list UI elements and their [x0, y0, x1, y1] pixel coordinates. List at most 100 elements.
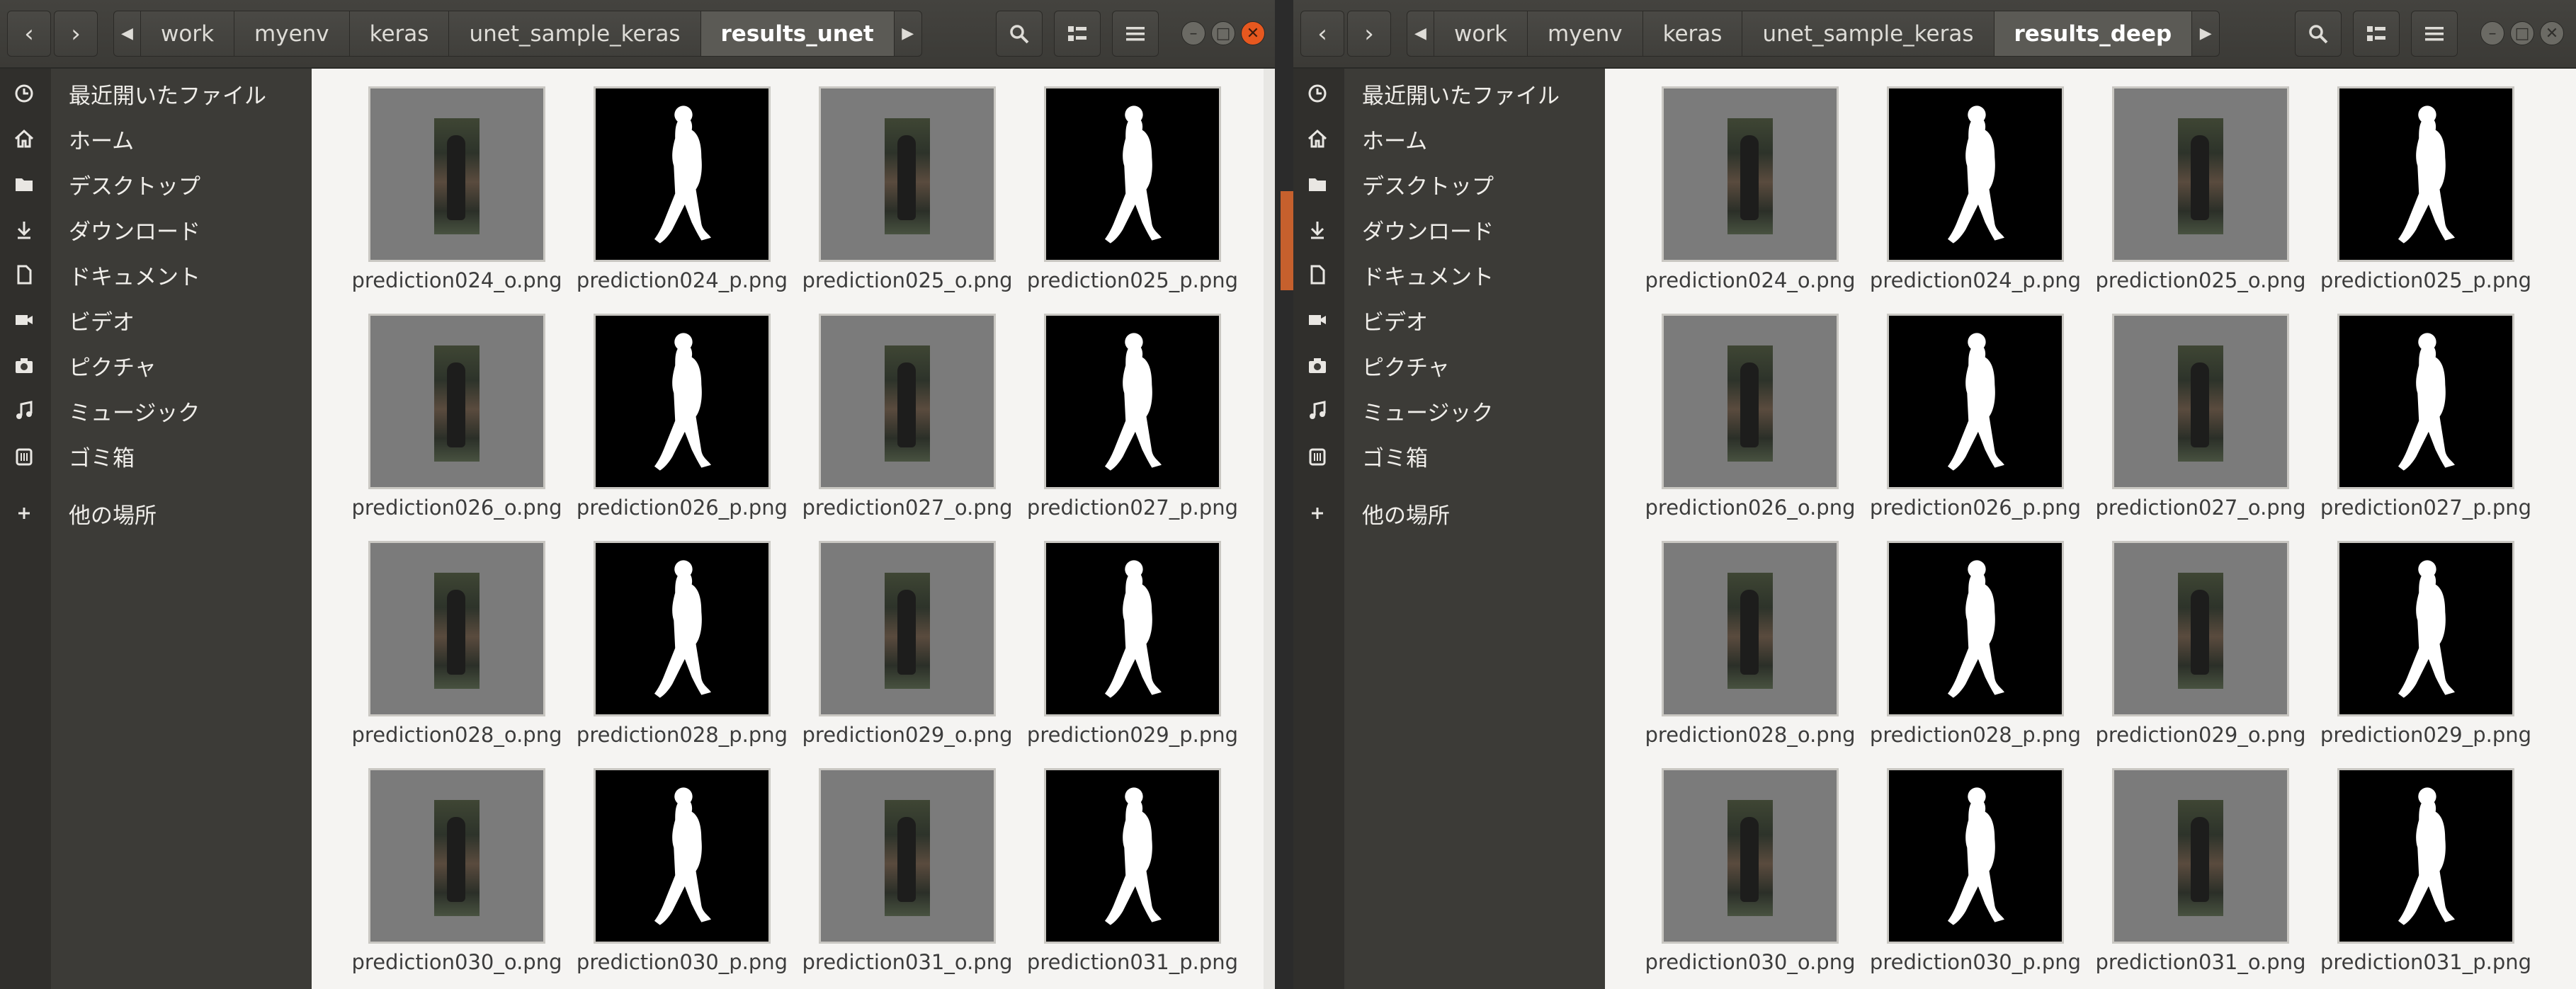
forward-button[interactable]: › [1347, 11, 1391, 57]
file-manager-window-left: ‹ › ◀ work myenv keras unet_sample_keras… [0, 0, 1275, 989]
file-item[interactable]: prediction030_p.png [1859, 750, 2081, 977]
file-item[interactable]: prediction027_o.png [2084, 296, 2306, 522]
file-name: prediction029_p.png [1026, 723, 1239, 747]
file-grid: prediction024_o.png prediction024_p.png pr… [312, 69, 1275, 989]
file-name: prediction029_p.png [2320, 723, 2532, 747]
file-item[interactable]: prediction025_o.png [2084, 69, 2306, 295]
breadcrumb-work[interactable]: work [1434, 11, 1528, 56]
sidebar-item-videos[interactable]: ビデオ [1293, 300, 1605, 340]
breadcrumb-unet-sample-keras[interactable]: unet_sample_keras [1742, 11, 1995, 56]
file-item[interactable]: prediction025_p.png [1016, 69, 1238, 295]
file-item[interactable]: prediction030_o.png [340, 750, 562, 977]
file-item[interactable]: prediction024_o.png [1633, 69, 1856, 295]
search-button[interactable] [2295, 11, 2342, 57]
file-item[interactable]: prediction027_o.png [790, 296, 1013, 522]
file-item[interactable]: prediction025_p.png [2309, 69, 2531, 295]
file-item[interactable]: prediction031_p.png [1016, 750, 1238, 977]
sidebar-item-trash[interactable]: ゴミ箱 [0, 436, 312, 476]
maximize-button[interactable]: □ [2510, 21, 2534, 45]
file-item[interactable]: prediction030_o.png [1633, 750, 1856, 977]
sidebar-item-label: 他の場所 [1362, 503, 1450, 529]
file-item[interactable]: prediction029_p.png [1016, 523, 1238, 750]
sidebar-item-label: デスクトップ [69, 173, 200, 200]
mask-thumbnail [1044, 314, 1221, 489]
file-item[interactable]: prediction026_o.png [340, 296, 562, 522]
breadcrumb-keras[interactable]: keras [1643, 11, 1743, 56]
sidebar-item-music[interactable]: ミュージック [0, 391, 312, 430]
photo-thumbnail [1662, 86, 1839, 262]
download-icon [10, 215, 38, 244]
file-item[interactable]: prediction028_o.png [1633, 523, 1856, 750]
breadcrumb-scroll-left[interactable]: ◀ [114, 11, 141, 56]
file-item[interactable]: prediction027_p.png [1016, 296, 1238, 522]
file-item[interactable]: prediction025_o.png [790, 69, 1013, 295]
hamburger-icon [1126, 26, 1145, 40]
breadcrumb-scroll-right[interactable]: ▶ [895, 11, 921, 56]
search-button[interactable] [996, 11, 1043, 57]
mask-thumbnail [1044, 768, 1221, 944]
file-item[interactable]: prediction024_p.png [1859, 69, 2081, 295]
back-button[interactable]: ‹ [1300, 11, 1344, 57]
file-item[interactable]: prediction028_p.png [1859, 523, 2081, 750]
sidebar-item-desktop[interactable]: デスクトップ [0, 164, 312, 204]
minimize-button[interactable]: – [2480, 21, 2504, 45]
file-item[interactable]: prediction028_p.png [565, 523, 788, 750]
scrollbar-track[interactable] [1264, 69, 1275, 989]
close-button[interactable]: ✕ [2540, 21, 2564, 45]
menu-button[interactable] [2411, 11, 2458, 57]
sidebar-item-music[interactable]: ミュージック [1293, 391, 1605, 430]
sidebar-item-videos[interactable]: ビデオ [0, 300, 312, 340]
sidebar-item-other-locations[interactable]: 他の場所 [1293, 493, 1605, 533]
file-item[interactable]: prediction026_o.png [1633, 296, 1856, 522]
view-toggle-button[interactable] [2353, 11, 2400, 57]
sidebar-item-recent[interactable]: 最近開いたファイル [1293, 74, 1605, 113]
sidebar-item-pictures[interactable]: ピクチャ [1293, 345, 1605, 385]
file-item[interactable]: prediction029_p.png [2309, 523, 2531, 750]
breadcrumb-myenv[interactable]: myenv [1528, 11, 1643, 56]
breadcrumb-scroll-right[interactable]: ▶ [2192, 11, 2219, 56]
file-manager-window-right: ‹ › ◀ work myenv keras unet_sample_keras… [1293, 0, 2576, 989]
file-item[interactable]: prediction026_p.png [565, 296, 788, 522]
sidebar-item-home[interactable]: ホーム [0, 119, 312, 159]
menu-button[interactable] [1112, 11, 1159, 57]
breadcrumb-scroll-left[interactable]: ◀ [1407, 11, 1434, 56]
close-button[interactable]: ✕ [1241, 21, 1265, 45]
video-icon [1303, 306, 1332, 334]
file-item[interactable]: prediction029_o.png [2084, 523, 2306, 750]
sidebar-item-pictures[interactable]: ピクチャ [0, 345, 312, 385]
camera-icon [1303, 351, 1332, 379]
sidebar-item-label: ドキュメント [69, 264, 200, 290]
file-item[interactable]: prediction031_p.png [2309, 750, 2531, 977]
breadcrumb-current[interactable]: results_deep [1994, 11, 2193, 56]
file-item[interactable]: prediction029_o.png [790, 523, 1013, 750]
breadcrumb-keras[interactable]: keras [350, 11, 450, 56]
breadcrumb-myenv[interactable]: myenv [234, 11, 350, 56]
sidebar-item-trash[interactable]: ゴミ箱 [1293, 436, 1605, 476]
sidebar-item-documents[interactable]: ドキュメント [0, 255, 312, 295]
file-item[interactable]: prediction031_o.png [790, 750, 1013, 977]
file-item[interactable]: prediction024_p.png [565, 69, 788, 295]
mask-thumbnail [1044, 541, 1221, 716]
file-item[interactable]: prediction030_p.png [565, 750, 788, 977]
maximize-button[interactable]: □ [1211, 21, 1235, 45]
file-item[interactable]: prediction024_o.png [340, 69, 562, 295]
sidebar-item-recent[interactable]: 最近開いたファイル [0, 74, 312, 113]
file-item[interactable]: prediction028_o.png [340, 523, 562, 750]
file-item[interactable]: prediction027_p.png [2309, 296, 2531, 522]
file-item[interactable]: prediction031_o.png [2084, 750, 2306, 977]
sidebar-item-home[interactable]: ホーム [1293, 119, 1605, 159]
search-icon [1010, 24, 1029, 43]
breadcrumb-work[interactable]: work [141, 11, 235, 56]
sidebar-item-other-locations[interactable]: 他の場所 [0, 493, 312, 533]
minimize-button[interactable]: – [1181, 21, 1205, 45]
view-toggle-button[interactable] [1054, 11, 1101, 57]
file-item[interactable]: prediction026_p.png [1859, 296, 2081, 522]
forward-button[interactable]: › [54, 11, 98, 57]
sidebar-item-documents[interactable]: ドキュメント [1293, 255, 1605, 295]
sidebar-item-desktop[interactable]: デスクトップ [1293, 164, 1605, 204]
breadcrumb-current[interactable]: results_unet [700, 11, 895, 56]
back-button[interactable]: ‹ [7, 11, 51, 57]
sidebar-item-downloads[interactable]: ダウンロード [0, 210, 312, 249]
sidebar-item-downloads[interactable]: ダウンロード [1293, 210, 1605, 249]
breadcrumb-unet-sample-keras[interactable]: unet_sample_keras [449, 11, 701, 56]
